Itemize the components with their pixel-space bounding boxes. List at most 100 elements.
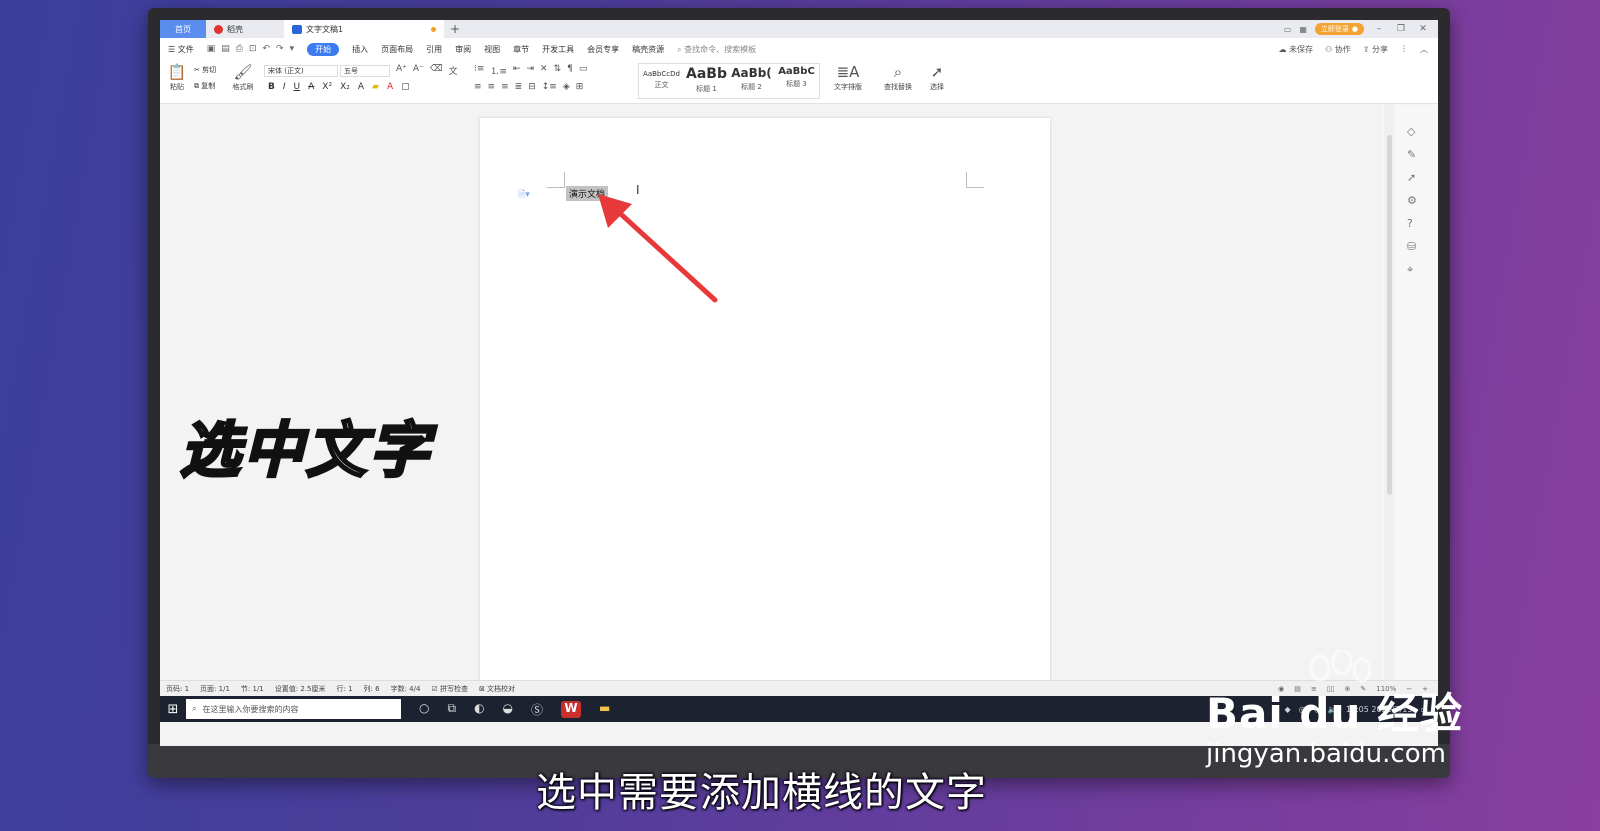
strikethrough-button[interactable]: A xyxy=(308,82,314,92)
customize-dropdown-icon[interactable]: ▾ xyxy=(290,44,295,54)
pen-icon[interactable]: ✎ xyxy=(1407,148,1417,161)
grow-font-icon[interactable]: A⁺ xyxy=(396,64,407,77)
print-preview-icon[interactable]: ⊡ xyxy=(249,44,257,54)
show-marks-icon[interactable]: ¶ xyxy=(567,64,573,77)
collaborate-button[interactable]: ⚇ 协作 xyxy=(1325,44,1351,55)
share-button[interactable]: ⇪ 分享 xyxy=(1363,44,1388,55)
windows-start-icon[interactable]: ⊞ xyxy=(160,702,186,717)
collapse-ribbon-icon[interactable]: ︿ xyxy=(1420,44,1428,55)
justify-icon[interactable]: ≣ xyxy=(515,82,523,92)
vertical-scrollbar[interactable] xyxy=(1384,105,1394,680)
menu-developer[interactable]: 开发工具 xyxy=(542,44,574,55)
menu-chapter[interactable]: 章节 xyxy=(513,44,529,55)
copy-button[interactable]: ⧉ 复制 xyxy=(194,81,216,91)
doc-proofread-button[interactable]: ⊠ 文档校对 xyxy=(479,684,515,694)
task-view-icon[interactable]: ⧉ xyxy=(447,701,456,718)
menu-page-layout[interactable]: 页面布局 xyxy=(381,44,413,55)
restore-button[interactable]: ❐ xyxy=(1394,24,1408,34)
cortana-icon[interactable]: ○ xyxy=(419,701,429,718)
pointer-icon[interactable]: ➚ xyxy=(1407,171,1417,184)
wps-app-icon[interactable]: W xyxy=(561,700,582,718)
redo-icon[interactable]: ↷ xyxy=(276,44,284,54)
paste-button[interactable]: 📋 粘贴 xyxy=(166,64,188,92)
paragraph-doc-icon[interactable]: 🗎▾ xyxy=(518,187,530,203)
location-icon[interactable]: ⌖ xyxy=(1407,263,1417,277)
backup-icon[interactable]: ⛁ xyxy=(1407,240,1417,253)
settings-sliders-icon[interactable]: ⚙ xyxy=(1407,194,1417,207)
line-spacing-icon[interactable]: ↕≡ xyxy=(542,82,557,92)
file-menu[interactable]: ☰ 文件 xyxy=(168,44,194,55)
font-size-select[interactable]: 五号 xyxy=(340,65,390,77)
align-right-icon[interactable]: ≡ xyxy=(501,82,509,92)
style-panel-icon[interactable]: ◇ xyxy=(1407,125,1417,138)
print-icon[interactable]: ⎙ xyxy=(236,44,243,54)
table-style-icon[interactable]: ▭ xyxy=(579,64,588,77)
shrink-font-icon[interactable]: A⁻ xyxy=(413,64,424,77)
layout-icon[interactable]: ▭ xyxy=(1284,25,1292,34)
style-heading-3[interactable]: AaBbC 标题 3 xyxy=(774,64,819,98)
style-heading-1[interactable]: AaBb 标题 1 xyxy=(684,64,729,98)
bold-button[interactable]: B xyxy=(268,82,275,92)
browser-icon[interactable]: ◐ xyxy=(474,701,484,718)
distribute-icon[interactable]: ⊟ xyxy=(528,82,536,92)
status-word-count[interactable]: 字数: 4/4 xyxy=(391,684,421,694)
highlight-icon[interactable]: ▰ xyxy=(372,82,379,92)
chinese-layout-icon[interactable]: ✕ xyxy=(540,64,548,77)
menu-member[interactable]: 会员专享 xyxy=(587,44,619,55)
close-button[interactable]: ✕ xyxy=(1416,24,1430,34)
format-painter-button[interactable]: 🖌 格式刷 xyxy=(230,64,256,92)
char-border-icon[interactable]: ▢ xyxy=(401,82,410,92)
text-effect-button[interactable]: A xyxy=(358,82,364,92)
save-icon[interactable]: ▣ xyxy=(207,44,216,54)
cut-button[interactable]: ✂ 剪切 xyxy=(194,65,216,75)
select-button[interactable]: ➚ 选择 xyxy=(922,64,952,92)
edge-icon[interactable]: ◒ xyxy=(503,701,513,718)
numbering-icon[interactable]: ⒈≡ xyxy=(490,64,507,77)
help-icon[interactable]: ? xyxy=(1407,217,1417,230)
borders-icon[interactable]: ⊞ xyxy=(576,82,584,92)
text-layout-button[interactable]: ≣A 文字排版 xyxy=(828,64,868,92)
scrollbar-thumb[interactable] xyxy=(1387,135,1392,495)
decrease-indent-icon[interactable]: ⇤ xyxy=(513,64,521,77)
bullets-icon[interactable]: ⁝≡ xyxy=(474,64,484,77)
tab-daoke[interactable]: 稻壳 xyxy=(206,20,284,38)
italic-button[interactable]: I xyxy=(283,82,286,92)
subscript-button[interactable]: X₂ xyxy=(340,82,350,92)
unsaved-button[interactable]: ☁ 未保存 xyxy=(1278,44,1313,55)
style-normal[interactable]: AaBbCcDd 正文 xyxy=(639,64,684,98)
more-icon[interactable]: ⋮ xyxy=(1400,44,1408,55)
document-page[interactable]: 🗎▾ 演示文档 I xyxy=(480,118,1050,688)
tab-document[interactable]: 文字文稿1 xyxy=(284,20,444,38)
file-explorer-icon[interactable]: ▬ xyxy=(599,701,610,718)
menu-start[interactable]: 开始 xyxy=(307,42,340,56)
menu-references[interactable]: 引用 xyxy=(426,44,442,55)
export-pdf-icon[interactable]: ▤ xyxy=(221,44,230,54)
underline-button[interactable]: U xyxy=(294,82,301,92)
taskbar-search[interactable]: ⌕ 在这里输入你要搜索的内容 xyxy=(186,699,401,719)
undo-icon[interactable]: ↶ xyxy=(263,44,271,54)
menu-resources[interactable]: 稿壳资源 xyxy=(632,44,664,55)
style-heading-2[interactable]: AaBb(标题 2 xyxy=(729,64,774,98)
login-button[interactable]: 立即登录 ● xyxy=(1314,23,1364,35)
spell-check-button[interactable]: ☑ 拼写检查 xyxy=(431,684,468,694)
phonetic-icon[interactable]: 文 xyxy=(449,64,458,77)
menu-insert[interactable]: 插入 xyxy=(352,44,368,55)
command-search[interactable]: ⌕ 查找命令、搜索模板 xyxy=(677,44,756,55)
apps-grid-icon[interactable]: ▦ xyxy=(1299,25,1307,34)
font-color-icon[interactable]: A xyxy=(387,82,393,92)
superscript-button[interactable]: X² xyxy=(322,82,332,92)
sogou-icon[interactable]: Ⓢ xyxy=(531,701,543,718)
sort-icon[interactable]: ⇅ xyxy=(554,64,562,77)
new-tab-button[interactable]: + xyxy=(444,22,466,36)
font-name-select[interactable]: 宋体 (正文) xyxy=(264,65,338,77)
find-replace-button[interactable]: ⌕ 查找替换 xyxy=(878,64,918,92)
shading-icon[interactable]: ◈ xyxy=(563,82,570,92)
increase-indent-icon[interactable]: ⇥ xyxy=(527,64,535,77)
align-left-icon[interactable]: ≡ xyxy=(474,82,482,92)
menu-view[interactable]: 视图 xyxy=(484,44,500,55)
minimize-button[interactable]: – xyxy=(1372,24,1386,34)
align-center-icon[interactable]: ≡ xyxy=(488,82,496,92)
tab-home[interactable]: 首页 xyxy=(160,20,206,38)
menu-review[interactable]: 审阅 xyxy=(455,44,471,55)
clear-format-icon[interactable]: ⌫ xyxy=(430,64,443,77)
